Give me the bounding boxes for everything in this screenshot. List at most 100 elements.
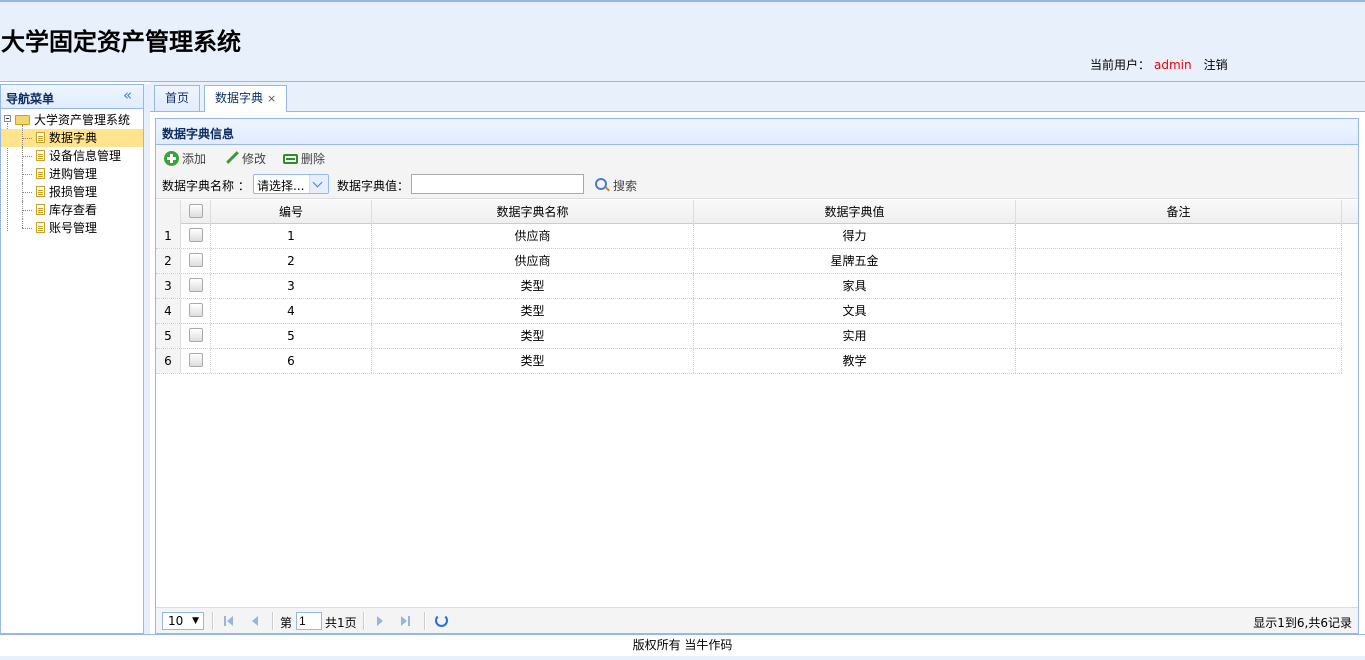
first-page-icon[interactable] — [222, 614, 236, 628]
select-all-checkbox[interactable] — [181, 200, 211, 224]
edit-button[interactable]: 修改 — [225, 151, 266, 167]
add-label: 添加 — [182, 152, 207, 166]
collapse-toggle-icon[interactable] — [4, 115, 11, 122]
file-icon — [36, 150, 45, 161]
file-icon — [36, 186, 45, 197]
user-area: 当前用户： admin 注销 — [1090, 56, 1228, 73]
row-number: 4 — [156, 299, 181, 323]
username: admin — [1154, 58, 1192, 72]
double-chevron-left-icon[interactable]: « — [123, 86, 132, 104]
nav-item-label: 报损管理 — [49, 185, 98, 199]
cell-value: 教学 — [694, 349, 1016, 373]
row-number: 5 — [156, 324, 181, 348]
chevron-down-icon[interactable] — [309, 175, 328, 193]
table-row[interactable]: 2 2 供应商 星牌五金 — [156, 249, 1342, 274]
nav-item-label: 进购管理 — [49, 167, 98, 181]
file-icon — [36, 168, 45, 179]
page-prefix: 第 — [280, 616, 293, 630]
nav-item-label: 库存查看 — [49, 203, 98, 217]
nav-item-inventory[interactable]: 库存查看 — [1, 201, 143, 219]
page-number-input[interactable] — [296, 612, 322, 630]
logout-link[interactable]: 注销 — [1204, 58, 1228, 72]
file-icon — [36, 204, 45, 215]
row-checkbox[interactable] — [181, 274, 211, 298]
current-user-label: 当前用户： — [1090, 58, 1151, 72]
cell-name: 类型 — [372, 349, 694, 373]
last-page-icon[interactable] — [399, 614, 413, 628]
close-icon[interactable]: × — [267, 92, 276, 105]
tab-label: 数据字典 — [215, 91, 264, 105]
nav-title: 导航菜单 — [6, 92, 55, 106]
folder-open-icon — [15, 115, 30, 125]
cell-note — [1016, 349, 1342, 373]
footer-strip — [0, 656, 1365, 660]
cell-name: 类型 — [372, 299, 694, 323]
table-row[interactable]: 6 6 类型 教学 — [156, 349, 1342, 374]
column-header-id[interactable]: 编号 — [211, 200, 372, 224]
row-number: 2 — [156, 249, 181, 273]
nav-panel: 导航菜单 « 大学资产管理系统 数据字典 设备信息管理 进购管理 报损管理 库存… — [0, 84, 144, 634]
cell-note — [1016, 249, 1342, 273]
tree-root-label: 大学资产管理系统 — [34, 113, 131, 127]
tab-home[interactable]: 首页 — [154, 85, 201, 111]
cell-name: 供应商 — [372, 224, 694, 248]
panel-header: 数据字典信息 — [156, 119, 1358, 145]
nav-item-damage[interactable]: 报损管理 — [1, 183, 143, 201]
row-number: 6 — [156, 349, 181, 373]
cell-id: 3 — [211, 274, 372, 298]
nav-item-accounts[interactable]: 账号管理 — [1, 219, 143, 237]
column-header-value[interactable]: 数据字典值 — [694, 200, 1016, 224]
search-button[interactable]: 搜索 — [595, 177, 637, 194]
nav-item-data-dictionary[interactable]: 数据字典 — [1, 125, 143, 147]
table-row[interactable]: 1 1 供应商 得力 — [156, 224, 1342, 249]
cell-value: 星牌五金 — [694, 249, 1016, 273]
table-row[interactable]: 4 4 类型 文具 — [156, 299, 1342, 324]
row-checkbox[interactable] — [181, 349, 211, 373]
column-header-note[interactable]: 备注 — [1016, 200, 1342, 224]
prev-page-icon[interactable] — [248, 614, 262, 628]
table-row[interactable]: 3 3 类型 家具 — [156, 274, 1342, 299]
cell-id: 2 — [211, 249, 372, 273]
nav-item-device-info[interactable]: 设备信息管理 — [1, 147, 143, 165]
cell-note — [1016, 299, 1342, 323]
add-button[interactable]: 添加 — [164, 151, 206, 167]
cell-note — [1016, 224, 1342, 248]
tab-data-dictionary[interactable]: 数据字典 × — [204, 85, 288, 112]
row-checkbox[interactable] — [181, 299, 211, 323]
search-icon — [595, 178, 607, 190]
dict-value-filter-label: 数据字典值： — [337, 179, 410, 193]
cell-note — [1016, 274, 1342, 298]
page-size-select[interactable]: 10 ▼ — [162, 612, 204, 630]
row-checkbox[interactable] — [181, 249, 211, 273]
cell-name: 类型 — [372, 324, 694, 348]
dictionary-panel: 数据字典信息 添加 修改 删除 数据字典名称 ： 请选择... 数据字典值： 搜… — [155, 118, 1359, 634]
panel-title: 数据字典信息 — [162, 127, 235, 141]
next-page-icon[interactable] — [373, 614, 387, 628]
cell-name: 供应商 — [372, 249, 694, 273]
rownum-header — [156, 200, 181, 224]
cell-value: 得力 — [694, 224, 1016, 248]
cell-id: 5 — [211, 324, 372, 348]
pagination-bar: 10 ▼ 第 共1页 显示1到6,共6记录 — [156, 607, 1358, 633]
page-total: 共1页 — [325, 616, 357, 630]
grid-header: 编号 数据字典名称 数据字典值 备注 — [156, 200, 1358, 224]
delete-button[interactable]: 删除 — [283, 151, 325, 167]
table-row[interactable]: 5 5 类型 实用 — [156, 324, 1342, 349]
delete-icon — [283, 154, 298, 164]
cell-value: 文具 — [694, 299, 1016, 323]
tab-bar: 首页 数据字典 × — [150, 82, 1365, 112]
column-header-name[interactable]: 数据字典名称 — [372, 200, 694, 224]
dropdown-arrow-icon: ▼ — [192, 616, 199, 626]
pager-summary: 显示1到6,共6记录 — [1253, 616, 1352, 630]
data-grid: 编号 数据字典名称 数据字典值 备注 1 1 供应商 得力 2 2 供应商 星牌… — [156, 200, 1358, 606]
dict-value-input[interactable] — [411, 174, 584, 194]
cell-id: 1 — [211, 224, 372, 248]
nav-item-purchase[interactable]: 进购管理 — [1, 165, 143, 183]
dict-name-select[interactable]: 请选择... — [253, 174, 329, 194]
row-checkbox[interactable] — [181, 324, 211, 348]
refresh-icon[interactable] — [435, 614, 448, 627]
nav-item-label: 设备信息管理 — [49, 149, 122, 163]
nav-header: 导航菜单 « — [1, 85, 143, 109]
row-number: 1 — [156, 224, 181, 248]
row-checkbox[interactable] — [181, 224, 211, 248]
